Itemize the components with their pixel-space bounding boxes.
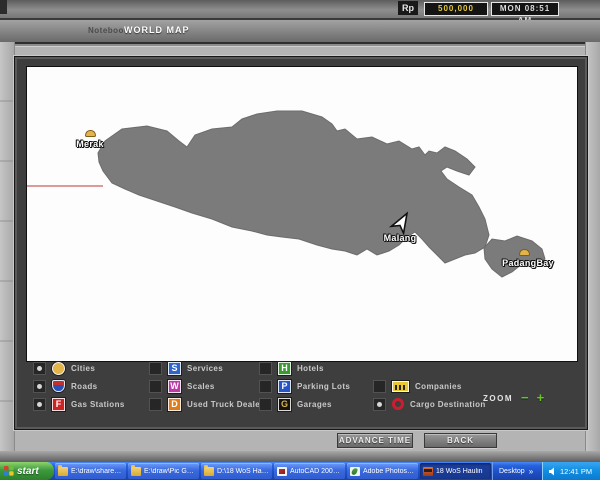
java-island-shape bbox=[98, 111, 489, 263]
hotels-checkbox[interactable] bbox=[259, 362, 272, 375]
taskbar-item-photoshop[interactable]: Adobe Photoshop bbox=[347, 463, 418, 479]
scales-icon: W bbox=[168, 380, 181, 393]
desktop-label: Desktop bbox=[499, 468, 525, 475]
legend-label: Cargo Destination bbox=[410, 400, 486, 409]
services-icon: S bbox=[168, 362, 181, 375]
divider bbox=[0, 44, 600, 47]
parking-checkbox[interactable] bbox=[259, 380, 272, 393]
companies-checkbox[interactable] bbox=[373, 380, 386, 393]
autocad-icon bbox=[277, 467, 287, 476]
zoom-controls: ZOOM − + bbox=[483, 393, 544, 403]
city-label-padangbay[interactable]: PadangBay bbox=[502, 258, 554, 268]
folder-icon bbox=[204, 467, 214, 476]
companies-icon bbox=[392, 381, 409, 392]
page-title: WORLD MAP bbox=[124, 25, 190, 35]
left-frame-edge bbox=[0, 42, 15, 462]
city-label-malang[interactable]: Malang bbox=[384, 233, 417, 243]
legend-item-cargo-destination: Cargo Destination bbox=[373, 396, 486, 412]
legend-item-companies: Companies bbox=[373, 378, 462, 394]
garages-checkbox[interactable] bbox=[259, 398, 272, 411]
advance-time-button[interactable]: ADVANCE TIME bbox=[337, 433, 413, 448]
taskbar-item-label: 18 WoS Haulin bbox=[436, 468, 483, 475]
gas-stations-checkbox[interactable] bbox=[33, 398, 46, 411]
start-label: start bbox=[17, 466, 39, 477]
legend-item-hotels: H Hotels bbox=[259, 360, 324, 376]
volume-icon[interactable] bbox=[548, 467, 557, 476]
scales-checkbox[interactable] bbox=[149, 380, 162, 393]
legend-label: Services bbox=[187, 364, 223, 373]
dealers-checkbox[interactable] bbox=[149, 398, 162, 411]
city-icon bbox=[52, 362, 65, 375]
notebook-tab-bar: Notebook: WORLD MAP bbox=[0, 20, 600, 44]
top-status-bar: Rp 500,000 MON 08:51 AM bbox=[0, 0, 600, 20]
world-map-panel: Merak Malang PadangBay Cities Roads F Ga… bbox=[14, 56, 588, 430]
city-marker-padangbay[interactable] bbox=[519, 249, 530, 256]
legend-item-cities: Cities bbox=[33, 360, 95, 376]
legend-label: Garages bbox=[297, 400, 332, 409]
cities-checkbox[interactable] bbox=[33, 362, 46, 375]
city-label-merak[interactable]: Merak bbox=[76, 139, 104, 149]
taskbar-item-label: E:\draw\share of dem... bbox=[71, 468, 123, 475]
game-icon bbox=[423, 467, 433, 476]
taskbar-item-folder-1[interactable]: E:\draw\share of dem... bbox=[55, 463, 126, 479]
taskbar-item-autocad[interactable]: AutoCAD 2007 - [E:\... bbox=[274, 463, 345, 479]
roads-checkbox[interactable] bbox=[33, 380, 46, 393]
cargo-destination-icon bbox=[392, 398, 404, 410]
taskbar-item-folder-3[interactable]: D:\18 WoS Haulin\mod bbox=[201, 463, 272, 479]
legend-label: Hotels bbox=[297, 364, 324, 373]
legend-label: Companies bbox=[415, 382, 462, 391]
bali-island-shape bbox=[484, 236, 545, 277]
currency-icon: Rp bbox=[398, 1, 418, 15]
legend-label: Roads bbox=[71, 382, 97, 391]
legend-label: Parking Lots bbox=[297, 382, 350, 391]
photoshop-icon bbox=[350, 467, 360, 476]
chevron-icon[interactable]: » bbox=[529, 467, 533, 476]
back-button[interactable]: BACK bbox=[424, 433, 497, 448]
parking-icon: P bbox=[278, 380, 291, 393]
legend-item-services: S Services bbox=[149, 360, 223, 376]
money-display: 500,000 bbox=[424, 2, 488, 16]
legend-item-gas-stations: F Gas Stations bbox=[33, 396, 125, 412]
tray-clock: 12:41 PM bbox=[560, 467, 592, 476]
zoom-out-button[interactable]: − bbox=[521, 393, 529, 403]
folder-icon bbox=[58, 467, 68, 476]
legend-item-used-truck-dealers: D Used Truck Dealers bbox=[149, 396, 268, 412]
taskbar-item-18-wos-haulin[interactable]: 18 WoS Haulin bbox=[420, 463, 491, 479]
desktop-toolbar[interactable]: Desktop » bbox=[492, 462, 542, 480]
city-marker-merak[interactable] bbox=[85, 130, 96, 137]
legend-label: Cities bbox=[71, 364, 95, 373]
legend-label: Scales bbox=[187, 382, 215, 391]
taskbar-item-label: E:\draw\Pic Gue\Pic ... bbox=[144, 468, 196, 475]
legend-label: Used Truck Dealers bbox=[187, 400, 268, 409]
game-clock-display: MON 08:51 AM bbox=[491, 2, 559, 16]
legend-item-parking-lots: P Parking Lots bbox=[259, 378, 350, 394]
taskbar-item-label: D:\18 WoS Haulin\mod bbox=[217, 468, 269, 475]
taskbar-item-label: AutoCAD 2007 - [E:\... bbox=[290, 468, 342, 475]
dealer-icon: D bbox=[168, 398, 181, 411]
taskbar-item-folder-2[interactable]: E:\draw\Pic Gue\Pic ... bbox=[128, 463, 199, 479]
cargo-destination-checkbox[interactable] bbox=[373, 398, 386, 411]
hotel-icon: H bbox=[278, 362, 291, 375]
island-map bbox=[27, 67, 577, 361]
folder-icon bbox=[131, 467, 141, 476]
legend-label: Gas Stations bbox=[71, 400, 125, 409]
taskbar-item-label: Adobe Photoshop bbox=[363, 468, 415, 475]
start-button[interactable]: start bbox=[0, 462, 54, 480]
road-shield-icon bbox=[52, 380, 65, 392]
zoom-in-button[interactable]: + bbox=[537, 393, 545, 403]
legend-item-garages: G Garages bbox=[259, 396, 332, 412]
fuel-icon: F bbox=[52, 398, 65, 411]
zoom-label: ZOOM bbox=[483, 394, 513, 403]
bottom-frame-strip bbox=[0, 451, 600, 462]
corner-notch bbox=[0, 0, 7, 14]
services-checkbox[interactable] bbox=[149, 362, 162, 375]
taskbar: start E:\draw\share of dem... E:\draw\Pi… bbox=[0, 462, 600, 480]
map-canvas[interactable]: Merak Malang PadangBay bbox=[26, 66, 578, 362]
legend-item-roads: Roads bbox=[33, 378, 97, 394]
windows-flag-icon bbox=[4, 466, 14, 476]
system-tray: 12:41 PM bbox=[542, 462, 600, 480]
legend-item-scales: W Scales bbox=[149, 378, 215, 394]
garage-icon: G bbox=[278, 398, 291, 411]
